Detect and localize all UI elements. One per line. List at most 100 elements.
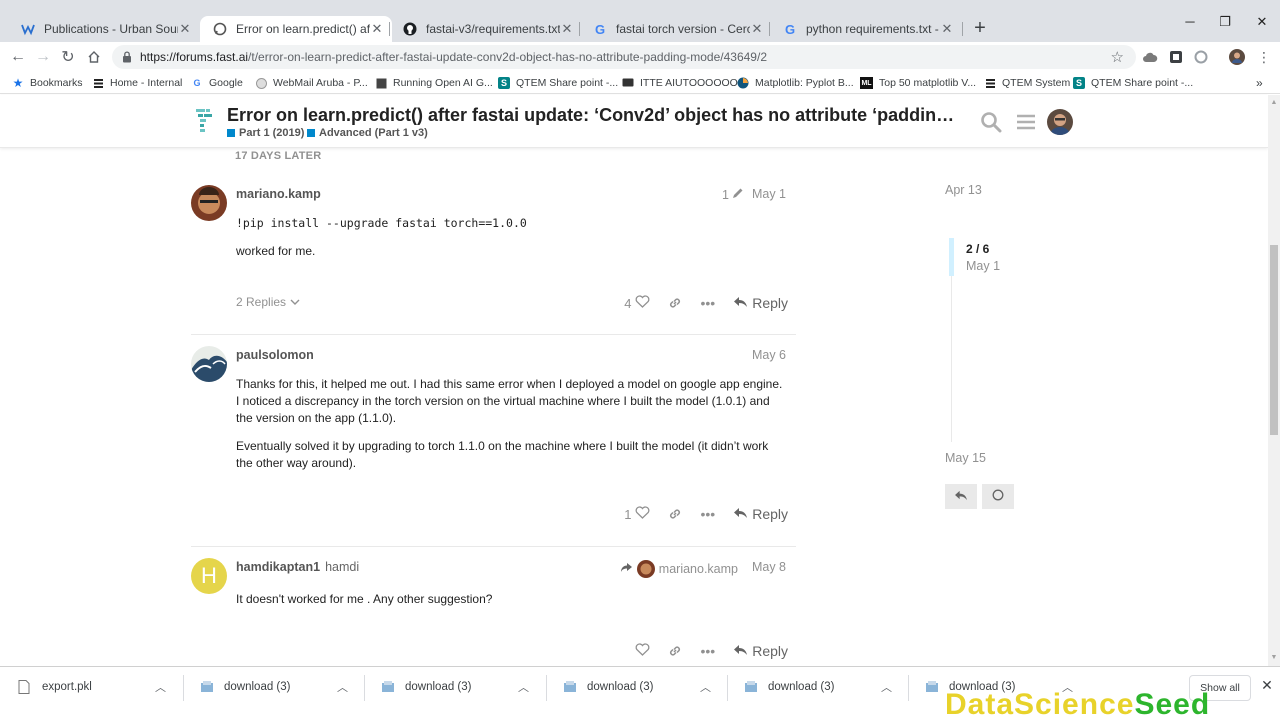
post-paragraph: worked for me. xyxy=(236,244,316,258)
download-item[interactable]: download (3) ︿ xyxy=(726,667,906,707)
post-body: !pip install --upgrade fastai torch==1.0… xyxy=(236,215,786,271)
avatar[interactable]: H xyxy=(191,558,227,594)
tab-forum-topic[interactable]: Error on learn.predict() after fastai ✕ xyxy=(200,16,392,42)
close-icon[interactable]: ✕ xyxy=(178,21,192,37)
google-icon: G xyxy=(594,21,606,37)
restore-icon[interactable]: ❐ xyxy=(1215,14,1235,30)
fastai-logo[interactable] xyxy=(194,108,218,134)
bookmark-bookmarks[interactable]: ★ Bookmarks xyxy=(12,75,83,91)
close-icon[interactable]: ✕ xyxy=(940,21,954,37)
address-bar[interactable]: https://forums.fast.ai/t/error-on-learn-… xyxy=(112,45,1136,69)
reply-arrow-icon xyxy=(733,506,748,522)
more-dots-icon[interactable]: ••• xyxy=(700,506,715,522)
scrollbar-thumb[interactable] xyxy=(1270,245,1278,435)
cloud-extension-icon[interactable] xyxy=(1142,49,1158,65)
home-icon[interactable] xyxy=(84,47,104,67)
more-dots-icon[interactable]: ••• xyxy=(700,643,715,659)
hamburger-menu-icon[interactable] xyxy=(1015,111,1037,133)
forum-header: Error on learn.predict() after fastai up… xyxy=(0,95,1268,148)
timeline-reply-button[interactable] xyxy=(945,484,977,509)
bookmark-google[interactable]: G Google xyxy=(191,75,242,91)
close-icon[interactable]: ✕ xyxy=(750,21,764,37)
reload-icon[interactable]: ↻ xyxy=(58,47,78,67)
tab-google-search-1[interactable]: G fastai torch version - Cerca con G ✕ xyxy=(580,16,772,42)
post-actions: ••• Reply xyxy=(617,643,788,659)
topic-title[interactable]: Error on learn.predict() after fastai up… xyxy=(227,105,957,126)
post-actions: 1 ••• Reply xyxy=(606,506,788,522)
username[interactable]: hamdikaptan1 hamdi xyxy=(236,560,359,574)
notification-level-button[interactable] xyxy=(982,484,1014,509)
post-date[interactable]: May 6 xyxy=(752,348,786,362)
close-icon[interactable]: ✕ xyxy=(370,21,384,37)
tab-publications[interactable]: Publications - Urban Sound Data ✕ xyxy=(8,16,200,42)
reply-button[interactable]: Reply xyxy=(733,295,788,311)
category-color-icon xyxy=(227,129,235,137)
like-button[interactable]: 1 xyxy=(624,506,650,522)
back-icon[interactable]: ← xyxy=(8,47,28,67)
reply-button[interactable]: Reply xyxy=(733,506,788,522)
scroll-down-icon[interactable]: ▼ xyxy=(1270,654,1278,662)
forward-icon[interactable]: → xyxy=(33,47,53,67)
circle-extension-icon[interactable] xyxy=(1193,49,1209,65)
extension-icon[interactable] xyxy=(1168,49,1184,65)
download-item[interactable]: export.pkl ︿ xyxy=(0,667,180,707)
download-item[interactable]: download (3) ︿ xyxy=(182,667,362,707)
reply-button[interactable]: Reply xyxy=(733,643,788,659)
like-button[interactable] xyxy=(635,643,650,659)
star-icon[interactable]: ☆ xyxy=(1111,48,1124,66)
timeline-track[interactable] xyxy=(951,260,952,442)
username[interactable]: mariano.kamp xyxy=(236,187,321,201)
more-dots-icon[interactable]: ••• xyxy=(700,295,715,311)
google-icon: G xyxy=(784,21,796,37)
bookmark-home-internal[interactable]: Home - Internal xyxy=(92,75,182,91)
replies-toggle[interactable]: 2 Replies xyxy=(236,295,300,309)
page-scrollbar[interactable]: ▲ ▼ xyxy=(1268,95,1280,666)
menu-dots-icon[interactable]: ⋮ xyxy=(1256,49,1272,65)
category-badge-advanced[interactable]: Advanced (Part 1 v3) xyxy=(307,127,428,139)
new-tab-button[interactable]: + xyxy=(970,18,990,38)
tab-google-search-2[interactable]: G python requirements.txt - Cerca c ✕ xyxy=(770,16,962,42)
browser-toolbar: ← → ↻ https://forums.fast.ai/t/error-on-… xyxy=(0,42,1280,72)
chevron-up-icon[interactable]: ︿ xyxy=(518,679,529,695)
timeline-start-date[interactable]: Apr 13 xyxy=(945,183,982,197)
chevron-up-icon[interactable]: ︿ xyxy=(155,679,166,695)
more-bookmarks-icon[interactable]: » xyxy=(1256,75,1263,91)
bookmark-matplotlib[interactable]: Matplotlib: Pyplot B... xyxy=(737,75,854,91)
timeline-end-date[interactable]: May 15 xyxy=(945,451,986,465)
window-close-icon[interactable]: ✕ xyxy=(1252,14,1272,30)
link-icon[interactable] xyxy=(668,296,682,310)
minimize-icon[interactable]: ─ xyxy=(1180,14,1200,30)
bookmark-qtem-share-1[interactable]: S QTEM Share point -... xyxy=(498,75,618,91)
profile-avatar[interactable] xyxy=(1229,49,1245,65)
download-item[interactable]: download (3) ︿ xyxy=(363,667,543,707)
post-date[interactable]: May 1 xyxy=(752,187,786,201)
close-icon[interactable]: ✕ xyxy=(560,21,574,37)
bookmark-webmail[interactable]: WebMail Aruba - P... xyxy=(255,75,368,91)
like-button[interactable]: 4 xyxy=(624,295,650,311)
bookmark-openai[interactable]: Running Open AI G... xyxy=(375,75,493,91)
post-date[interactable]: May 8 xyxy=(752,560,786,574)
category-badge-part1[interactable]: Part 1 (2019) xyxy=(227,127,304,139)
avatar[interactable] xyxy=(191,185,227,221)
link-icon[interactable] xyxy=(668,507,682,521)
chevron-up-icon[interactable]: ︿ xyxy=(337,679,348,695)
reply-to-tab[interactable]: mariano.kamp xyxy=(620,560,738,578)
tab-github[interactable]: fastai-v3/requirements.txt at 041 ✕ xyxy=(390,16,582,42)
avatar[interactable] xyxy=(191,346,227,382)
bookmark-itte[interactable]: ITTE AIUTOOOOOO xyxy=(622,75,738,91)
edit-history[interactable]: 1 xyxy=(722,187,744,202)
chevron-up-icon[interactable]: ︿ xyxy=(881,679,892,695)
search-icon[interactable] xyxy=(980,111,1002,133)
download-item[interactable]: download (3) ︿ xyxy=(545,667,725,707)
scroll-up-icon[interactable]: ▲ xyxy=(1270,99,1278,107)
bookmark-qtem-share-2[interactable]: S QTEM Share point -... xyxy=(1073,75,1193,91)
user-avatar[interactable] xyxy=(1047,109,1073,135)
bookmark-qtem-system[interactable]: QTEM System xyxy=(984,75,1070,91)
ml-icon: ML xyxy=(860,77,873,89)
topic-stream: 17 DAYS LATER mariano.kamp 1 May 1 !pip … xyxy=(0,148,1268,666)
timeline-handle[interactable] xyxy=(949,238,954,276)
bookmark-top50[interactable]: ML Top 50 matplotlib V... xyxy=(860,75,976,91)
username[interactable]: paulsolomon xyxy=(236,348,314,362)
chevron-up-icon[interactable]: ︿ xyxy=(700,679,711,695)
link-icon[interactable] xyxy=(668,644,682,658)
